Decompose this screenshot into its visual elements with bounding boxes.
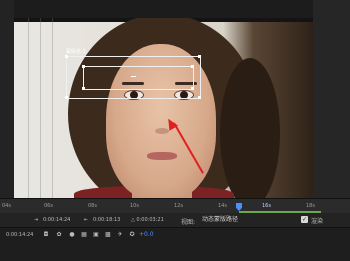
mask-vertex-handle[interactable] [65, 55, 68, 58]
transparency-grid-icon[interactable]: ▩ [104, 231, 112, 238]
ruler-label: 06s [44, 203, 53, 209]
hair-right [220, 58, 280, 198]
background-line [52, 18, 53, 198]
mask-name-label: 蒙版名-1 [66, 49, 86, 55]
mask-vertex-handle[interactable] [65, 96, 68, 99]
ruler-label: 08s [88, 203, 97, 209]
viewer-controls-row: ⇥ 0:00:14:24 ⇤ 0:00:18:13 △ 0:00:03:21 视… [0, 213, 350, 227]
background-line [28, 18, 29, 198]
exposure-value[interactable]: +0.0 [139, 231, 154, 238]
mask-anchor-point[interactable] [131, 76, 136, 77]
ruler-label: 04s [2, 203, 11, 209]
ruler-label: 10s [130, 203, 139, 209]
right-panel [313, 0, 350, 200]
duration-time[interactable]: △ 0:00:03:21 [131, 217, 164, 223]
out-point-icon[interactable]: ⇤ [84, 217, 88, 223]
color-channel-icon[interactable]: ✿ [55, 231, 63, 238]
render-label: 渲染 [311, 218, 324, 225]
view-dropdown-value: 动态蒙版路径 [202, 216, 239, 223]
toolbar-timecode[interactable]: 0:00:14:24 [6, 232, 33, 238]
snapshot-icon[interactable]: ✈ [116, 231, 124, 238]
mask-vertex-handle[interactable] [198, 96, 201, 99]
render-checkbox[interactable]: ✓ [301, 216, 308, 223]
mask-vertex-handle[interactable] [82, 87, 85, 90]
in-point-icon[interactable]: ⇥ [34, 217, 38, 223]
lips [147, 152, 177, 160]
viewer-toolbar: 0:00:14:24 ◘ ✿ ● ▦ ▣ ▩ ✈ ✪ +0.0 [0, 227, 350, 261]
current-time[interactable]: 0:00:14:24 [43, 217, 70, 223]
ruler-label: 12s [174, 203, 183, 209]
mask-vertex-handle[interactable] [191, 65, 194, 68]
background-line [40, 18, 41, 198]
mask-vertex-handle[interactable] [191, 87, 194, 90]
view-dropdown[interactable]: 动态蒙版路径 [200, 215, 296, 225]
ruler-label: 16s [262, 203, 271, 209]
left-panel [0, 0, 14, 200]
nose [155, 128, 169, 134]
in-point-time[interactable]: 0:00:18:13 [93, 217, 120, 223]
view-label: 视图: [181, 219, 196, 226]
region-icon[interactable]: ▣ [92, 231, 100, 238]
mask-inner-path[interactable] [83, 66, 194, 90]
ruler-label: 14s [218, 203, 227, 209]
camera-icon[interactable]: ◘ [42, 231, 50, 238]
composition-viewer[interactable] [14, 18, 313, 198]
mask-vertex-handle[interactable] [82, 65, 85, 68]
ruler-label: 18s [306, 203, 315, 209]
exposure-reset-icon[interactable]: ✪ [128, 231, 136, 238]
color-wheel-icon[interactable]: ● [68, 231, 76, 238]
mask-vertex-handle[interactable] [198, 55, 201, 58]
grid-icon[interactable]: ▦ [80, 231, 88, 238]
